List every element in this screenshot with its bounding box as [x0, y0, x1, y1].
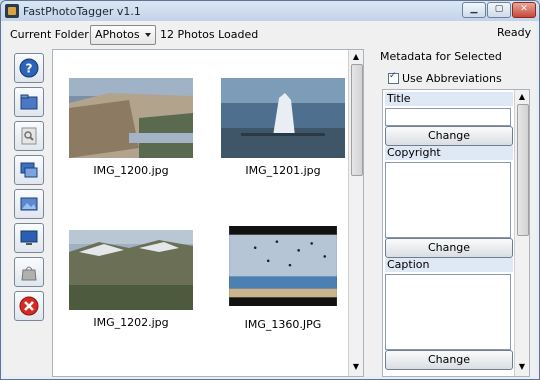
copyright-input[interactable] [385, 162, 511, 238]
bag-button[interactable] [14, 257, 44, 287]
help-button[interactable]: ? [14, 53, 44, 83]
metadata-fields: Title Change Copyright Change Caption Ch… [382, 89, 530, 377]
slideshow-icon [20, 162, 38, 178]
picture-button[interactable] [14, 189, 44, 219]
folder-select-value: APhotos [95, 28, 140, 41]
photo-gallery[interactable]: IMG_1200.jpg IMG_1201.jpg IMG_1202.jpg I… [52, 49, 364, 377]
title-input[interactable] [385, 108, 511, 126]
photo-filename: IMG_1360.JPG [244, 318, 322, 331]
open-folder-button[interactable] [14, 87, 44, 117]
monitor-button[interactable] [14, 223, 44, 253]
metadata-panel: Metadata for Selected Use Abbreviations … [378, 45, 532, 377]
exit-button[interactable] [14, 291, 44, 321]
photo-filename: IMG_1200.jpg [93, 164, 169, 177]
photo-filename: IMG_1201.jpg [245, 164, 321, 177]
caption-field-label: Caption [385, 258, 513, 272]
photo-thumbnail[interactable] [221, 78, 345, 158]
monitor-icon [20, 230, 38, 245]
app-window: FastPhotoTagger v1.1 ▁ ▢ ✕ Current Folde… [0, 0, 540, 380]
photo-thumbnail[interactable] [69, 230, 193, 310]
open-folder-icon [20, 94, 38, 110]
scroll-up-icon[interactable]: ▲ [350, 52, 362, 62]
scrollbar-thumb[interactable] [517, 104, 529, 236]
photos-loaded-count: 12 Photos Loaded [160, 28, 259, 41]
folder-select[interactable]: APhotos [90, 25, 156, 45]
svg-text:?: ? [26, 62, 33, 76]
metadata-scrollbar[interactable]: ▲ ▼ [514, 90, 529, 376]
help-icon: ? [19, 58, 39, 78]
use-abbreviations-checkbox[interactable] [388, 71, 399, 84]
bag-icon [21, 266, 37, 281]
gallery-scrollbar[interactable]: ▲ ▼ [348, 50, 363, 376]
photo-thumbnail[interactable] [69, 78, 193, 158]
change-title-button[interactable]: Change [385, 126, 513, 146]
main-area: Current Folder: APhotos 12 Photos Loaded… [4, 21, 536, 377]
title-field-label: Title [385, 92, 513, 106]
window-title: FastPhotoTagger v1.1 [23, 5, 141, 18]
caption-input[interactable] [385, 274, 511, 350]
close-icon [19, 296, 39, 316]
minimize-button[interactable]: ▁ [462, 2, 486, 18]
chevron-down-icon [145, 33, 151, 37]
metadata-heading: Metadata for Selected [380, 50, 502, 63]
zoom-icon [21, 127, 37, 145]
use-abbreviations-label: Use Abbreviations [402, 72, 502, 85]
slideshow-button[interactable] [14, 155, 44, 185]
zoom-button[interactable] [14, 121, 44, 151]
change-copyright-button[interactable]: Change [385, 238, 513, 258]
scrollbar-thumb[interactable] [351, 64, 363, 176]
copyright-field-label: Copyright [385, 146, 513, 160]
current-folder-label: Current Folder: [10, 28, 93, 41]
scroll-down-icon[interactable]: ▼ [350, 362, 362, 372]
use-abbreviations-row[interactable]: Use Abbreviations [384, 69, 522, 87]
scroll-down-icon[interactable]: ▼ [516, 362, 528, 372]
close-window-button[interactable]: ✕ [512, 2, 536, 18]
maximize-button[interactable]: ▢ [487, 2, 511, 18]
photo-filename: IMG_1202.jpg [93, 316, 169, 329]
change-caption-button[interactable]: Change [385, 350, 513, 370]
status-text: Ready [497, 26, 532, 39]
title-bar[interactable]: FastPhotoTagger v1.1 ▁ ▢ ✕ [1, 1, 539, 21]
scroll-up-icon[interactable]: ▲ [516, 92, 528, 102]
photo-thumbnail[interactable] [221, 226, 345, 306]
app-icon [5, 4, 19, 18]
picture-icon [20, 197, 38, 211]
